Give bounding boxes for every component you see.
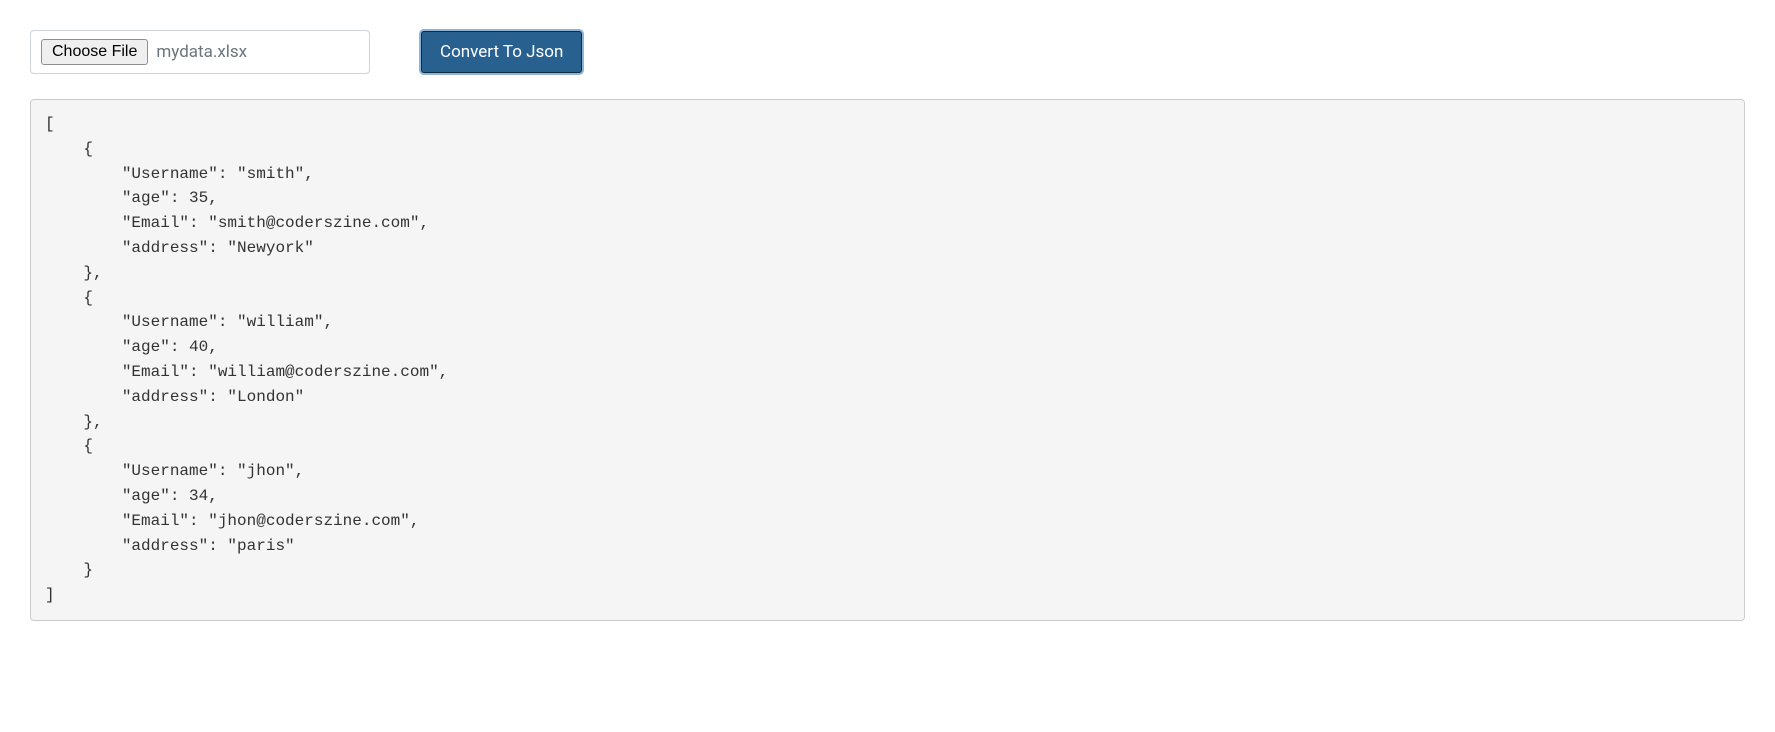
json-output: [ { "Username": "smith", "age": 35, "Ema… bbox=[30, 99, 1745, 621]
file-input-wrapper[interactable]: Choose File mydata.xlsx bbox=[30, 30, 370, 74]
selected-filename: mydata.xlsx bbox=[156, 42, 247, 62]
choose-file-button[interactable]: Choose File bbox=[41, 39, 148, 65]
convert-to-json-button[interactable]: Convert To Json bbox=[420, 30, 583, 74]
controls-row: Choose File mydata.xlsx Convert To Json bbox=[30, 30, 1745, 74]
